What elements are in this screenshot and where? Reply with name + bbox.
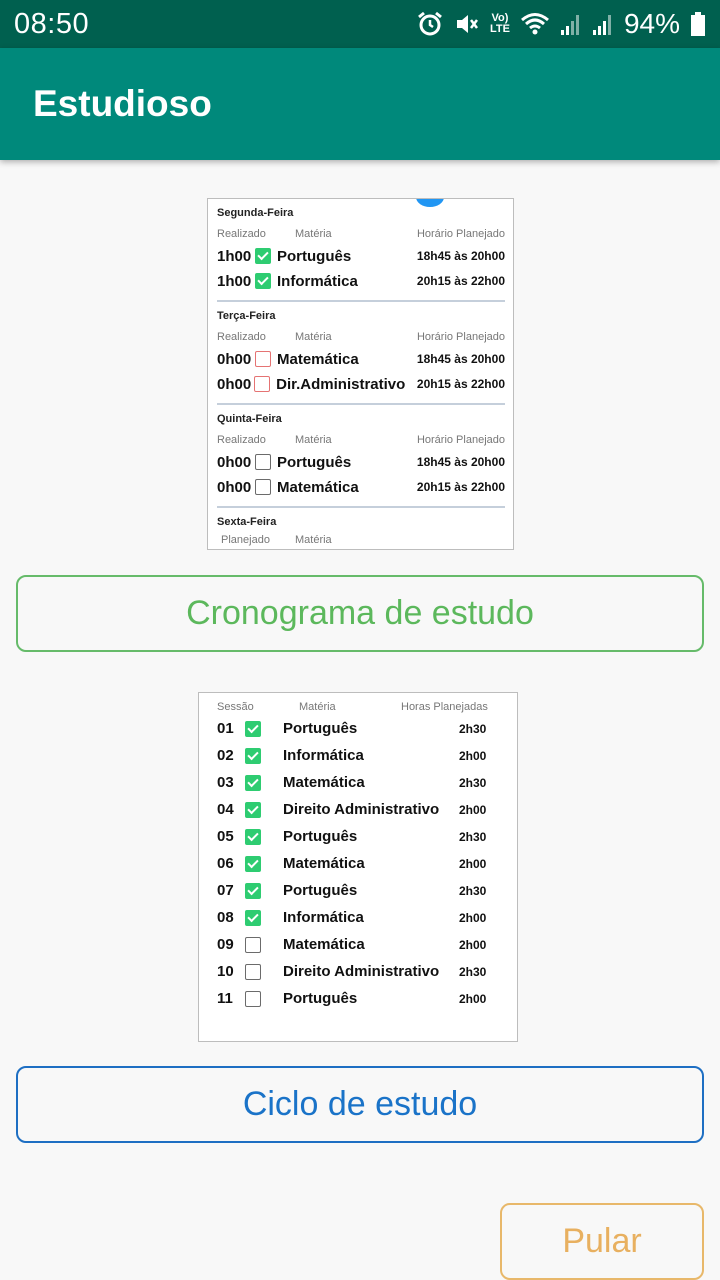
ciclo-preview-row: 07 Português 2h30 xyxy=(217,882,487,899)
ciclo-preview-row: 06 Matemática 2h00 xyxy=(217,855,487,872)
app-bar: Estudioso xyxy=(0,48,720,160)
status-time: 08:50 xyxy=(14,7,90,40)
preview-row: 0h00 Matemática 20h15 às 22h00 xyxy=(217,478,505,496)
preview-day-header: Realizado Matéria Horário Planejado xyxy=(217,228,505,240)
signal-icon-1 xyxy=(560,12,582,36)
checkbox-icon xyxy=(245,801,261,818)
volte-icon: Vo) LTE xyxy=(489,12,510,35)
ciclo-button[interactable]: Ciclo de estudo xyxy=(16,1066,704,1143)
ciclo-preview-row: 05 Português 2h30 xyxy=(217,828,487,845)
preview-row: 0h00 Português 18h45 às 20h00 xyxy=(217,453,505,471)
wifi-icon xyxy=(520,11,550,37)
ciclo-preview-row: 01 Português 2h30 xyxy=(217,720,487,737)
checkbox-icon xyxy=(245,855,261,872)
checkbox-icon xyxy=(255,479,271,495)
checkbox-icon xyxy=(255,273,271,289)
ciclo-preview-image: Sessão Matéria Horas Planejadas 01 Portug… xyxy=(198,692,518,1042)
preview-day-header: Realizado Matéria Horário Planejado xyxy=(217,331,505,343)
alarm-icon xyxy=(416,10,444,38)
preview-day: Quinta-Feira Realizado Matéria Horário Plan… xyxy=(208,405,513,508)
preview-row: 1h00 Informática 20h15 às 22h00 xyxy=(217,272,505,290)
cronograma-preview-image: Segunda-Feira Realizado Matéria Horário Pla… xyxy=(207,198,514,550)
checkbox-icon xyxy=(245,720,261,737)
battery-percent: 94% xyxy=(623,8,680,39)
preview-day: Terça-Feira Realizado Matéria Horário Plane… xyxy=(208,302,513,405)
ciclo-preview-row: 02 Informática 2h00 xyxy=(217,747,487,764)
preview-day-header: Planejado Matéria xyxy=(221,534,332,546)
checkbox-icon xyxy=(245,774,261,791)
checkbox-icon xyxy=(255,454,271,470)
checkbox-icon xyxy=(245,828,261,845)
ciclo-preview-row: 10 Direito Administrativo 2h30 xyxy=(217,963,487,980)
checkbox-icon xyxy=(255,351,271,367)
preview-day: Segunda-Feira Realizado Matéria Horário Pla… xyxy=(208,199,513,302)
battery-icon xyxy=(690,11,706,37)
preview-day-title: Quinta-Feira xyxy=(217,413,282,425)
status-icons: Vo) LTE 94% xyxy=(416,8,706,40)
checkbox-icon xyxy=(245,747,261,764)
preview-day-title: Sexta-Feira xyxy=(217,516,277,528)
preview-day-title: Segunda-Feira xyxy=(217,207,294,219)
ciclo-preview-header: Sessão Matéria Horas Planejadas xyxy=(217,701,488,713)
cronograma-button[interactable]: Cronograma de estudo xyxy=(16,575,704,652)
checkbox-icon xyxy=(245,990,261,1007)
preview-row: 0h00 Matemática 18h45 às 20h00 xyxy=(217,350,505,368)
signal-icon-2 xyxy=(592,12,614,36)
preview-day-title: Terça-Feira xyxy=(217,310,276,322)
checkbox-icon xyxy=(254,376,271,392)
preview-row: 0h00 Dir.Administrativo 20h15 às 22h00 xyxy=(217,375,505,393)
checkbox-icon xyxy=(245,936,261,953)
preview-day-header: Realizado Matéria Horário Planejado xyxy=(217,434,505,446)
ciclo-preview-row: 09 Matemática 2h00 xyxy=(217,936,487,953)
checkbox-icon xyxy=(245,882,261,899)
preview-day: Sexta-Feira Planejado Matéria xyxy=(208,508,513,546)
app-title: Estudioso xyxy=(33,83,212,124)
mute-icon xyxy=(454,11,480,37)
ciclo-preview-row: 11 Português 2h00 xyxy=(217,990,487,1007)
pular-button[interactable]: Pular xyxy=(500,1203,704,1280)
checkbox-icon xyxy=(245,963,261,980)
status-bar: 08:50 Vo) LTE 94% xyxy=(0,0,720,48)
ciclo-preview-row: 03 Matemática 2h30 xyxy=(217,774,487,791)
ciclo-preview-row: 04 Direito Administrativo 2h00 xyxy=(217,801,487,818)
ciclo-preview-row: 08 Informática 2h00 xyxy=(217,909,487,926)
preview-row: 1h00 Português 18h45 às 20h00 xyxy=(217,247,505,265)
checkbox-icon xyxy=(245,909,261,926)
checkbox-icon xyxy=(255,248,271,264)
